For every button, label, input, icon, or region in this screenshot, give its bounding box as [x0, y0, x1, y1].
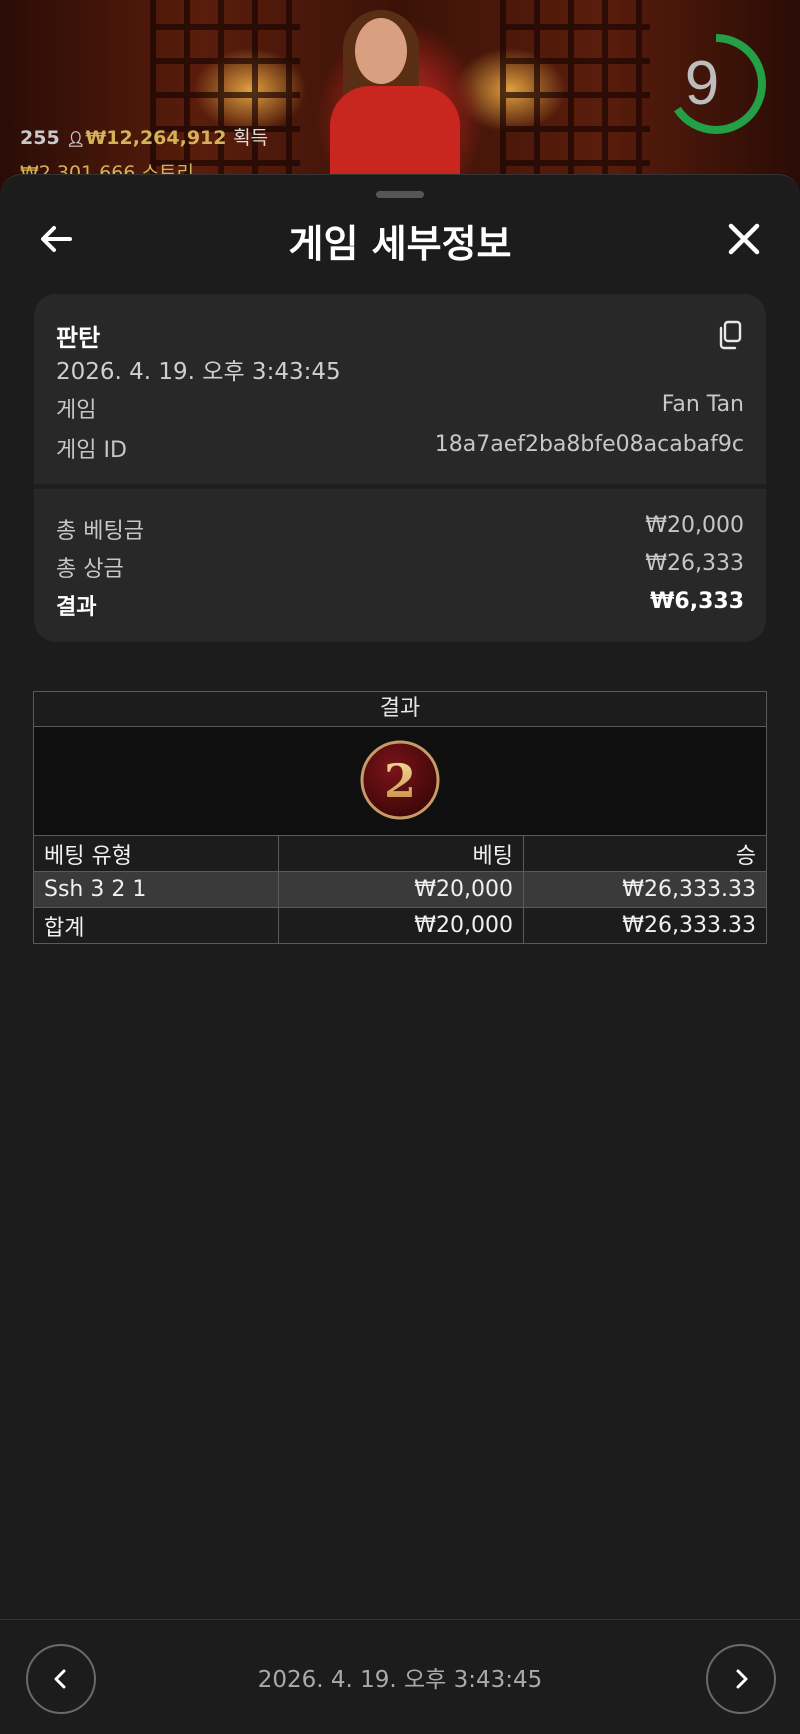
sheet-drag-handle[interactable] [376, 191, 424, 198]
net-result-label: 결과 [56, 595, 97, 620]
table-row: Ssh 3 2 1 ₩20,000 ₩26,333.33 [33, 871, 767, 908]
bets-header-row: 베팅 유형 베팅 승 [33, 835, 767, 872]
lattice-right [500, 0, 650, 200]
chevron-right-icon [736, 1669, 748, 1689]
win-label: 획득 [233, 127, 269, 149]
col-bet-type: 베팅 유형 [33, 835, 279, 872]
result-table-header: 결과 [33, 691, 767, 727]
game-name: 판탄 [56, 324, 101, 352]
page-title: 게임 세부정보 [288, 222, 512, 266]
col-win: 승 [523, 835, 767, 872]
total-payout-label: 총 상금 [56, 557, 124, 582]
dealer-head [355, 18, 407, 84]
result-table: 결과 2 베팅 유형 베팅 승 Ssh 3 2 1 ₩20,000 ₩26,33… [33, 691, 767, 944]
game-id-label: 게임 ID [56, 438, 127, 463]
total-win-cell: ₩26,333.33 [523, 907, 767, 944]
total-label-cell: 합계 [33, 907, 279, 944]
copy-button[interactable] [716, 320, 744, 350]
players-and-winnings: 255 👤︎₩12,264,912 획득 [20, 123, 268, 150]
bet-amount-cell: ₩20,000 [278, 871, 524, 908]
next-game-button[interactable] [706, 1644, 776, 1714]
player-count: 255 [20, 127, 60, 149]
copy-icon [719, 320, 742, 350]
game-value: Fan Tan [661, 392, 744, 417]
game-label: 게임 [56, 398, 97, 423]
game-details-sheet: 게임 세부정보 판탄 2026. 4. 19. 오후 3:43:45 게임 Fa… [0, 174, 800, 1734]
game-summary-card: 판탄 2026. 4. 19. 오후 3:43:45 게임 Fan Tan 게임… [34, 294, 766, 642]
net-result-value: ₩6,333 [650, 589, 744, 614]
total-bet-value: ₩20,000 [645, 513, 744, 538]
footer-navigation: 2026. 4. 19. 오후 3:43:45 [0, 1619, 800, 1734]
total-bet-cell: ₩20,000 [278, 907, 524, 944]
result-number: 2 [384, 754, 416, 808]
bets-table: 베팅 유형 베팅 승 Ssh 3 2 1 ₩20,000 ₩26,333.33 … [33, 835, 767, 944]
col-bet: 베팅 [278, 835, 524, 872]
close-button[interactable] [724, 219, 764, 259]
game-id-value: 18a7aef2ba8bfe08acabaf9c [434, 432, 744, 457]
countdown-timer-value: 9 [684, 49, 720, 118]
close-icon [728, 223, 760, 255]
table-total-row: 합계 ₩20,000 ₩26,333.33 [33, 907, 767, 944]
total-payout-value: ₩26,333 [645, 551, 744, 576]
person-icon: 👤︎ [66, 130, 86, 148]
card-divider [34, 484, 766, 489]
total-bet-label: 총 베팅금 [56, 519, 144, 544]
game-datetime: 2026. 4. 19. 오후 3:43:45 [56, 359, 341, 385]
result-ball-row: 2 [33, 727, 767, 835]
total-win: ₩12,264,912 [85, 127, 227, 149]
footer-datetime: 2026. 4. 19. 오후 3:43:45 [257, 1667, 543, 1693]
bet-type-cell: Ssh 3 2 1 [33, 871, 279, 908]
result-number-ball: 2 [360, 740, 440, 820]
win-amount-cell: ₩26,333.33 [523, 871, 767, 908]
